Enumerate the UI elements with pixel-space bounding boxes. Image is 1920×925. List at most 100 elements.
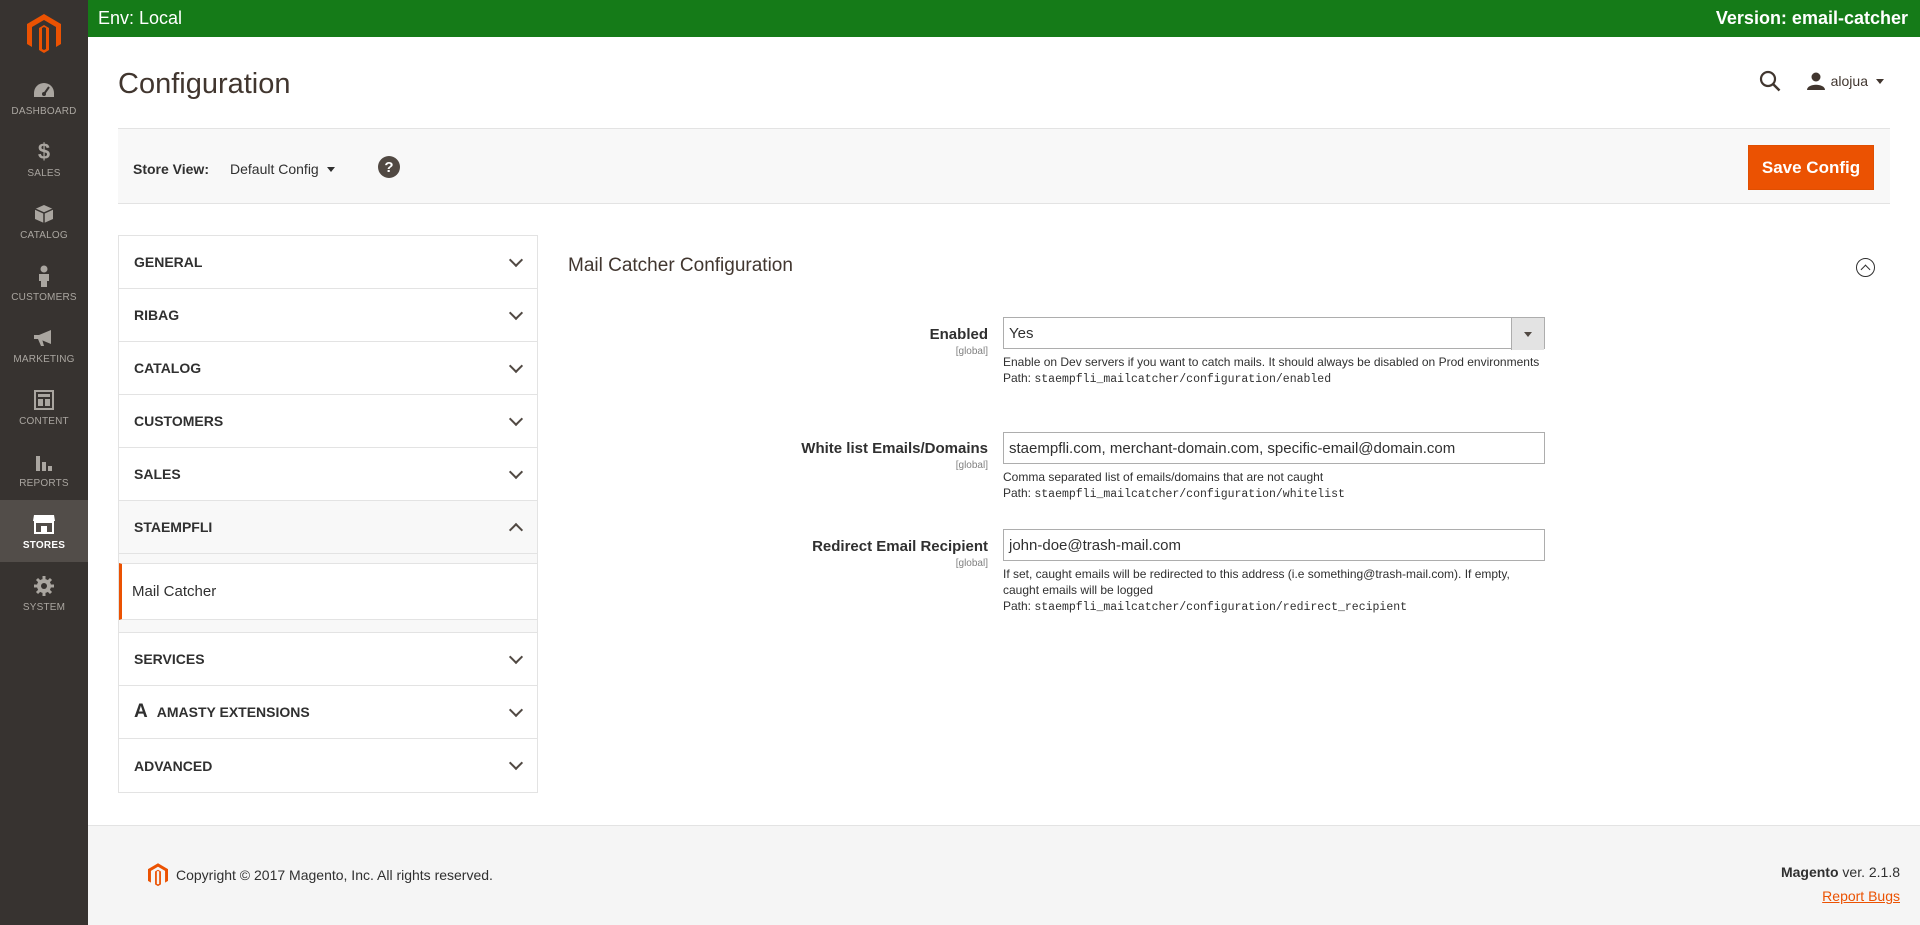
nav-reports[interactable]: Reports xyxy=(0,438,88,500)
report-bugs-link[interactable]: Report Bugs xyxy=(1822,888,1900,904)
tab-label: RIBAG xyxy=(134,307,180,323)
nav-sales[interactable]: $ Sales xyxy=(0,128,88,190)
field-note: Enable on Dev servers if you want to cat… xyxy=(1003,355,1540,369)
chevron-down-icon xyxy=(508,411,524,426)
brand-name: Magento xyxy=(1780,864,1839,880)
nav-label: Catalog xyxy=(20,229,68,241)
save-config-button[interactable]: Save Config xyxy=(1748,145,1874,190)
search-button[interactable] xyxy=(1755,66,1785,96)
amasty-icon: A xyxy=(134,701,148,722)
whitelist-input[interactable]: staempfli.com, merchant-domain.com, spec… xyxy=(1003,432,1545,464)
tab-label: CUSTOMERS xyxy=(134,413,224,429)
search-icon xyxy=(1759,70,1781,92)
chevron-down-icon xyxy=(1511,318,1544,350)
nav-marketing[interactable]: Marketing xyxy=(0,314,88,376)
tab-staempfli[interactable]: STAEMPFLI xyxy=(119,501,537,554)
tab-label: ADVANCED xyxy=(134,757,213,774)
dashboard-icon xyxy=(32,78,56,102)
nav-catalog[interactable]: Catalog xyxy=(0,190,88,252)
field-enabled: Enabled [global] Yes Enable on Dev serve… xyxy=(568,317,1568,404)
section-title[interactable]: Mail Catcher Configuration xyxy=(568,255,793,277)
path-label: Path: xyxy=(1003,599,1035,613)
tab-amasty-extensions[interactable]: A AMASTY EXTENSIONS xyxy=(119,686,537,739)
select-value: Yes xyxy=(1009,324,1034,342)
redirect-recipient-input[interactable]: john-doe@trash-mail.com xyxy=(1003,529,1545,561)
copyright: Copyright © 2017 Magento, Inc. All right… xyxy=(148,863,493,887)
nav-label: Stores xyxy=(22,539,66,551)
field-label: Redirect Email Recipient xyxy=(812,538,988,555)
admin-sidebar: Dashboard $ Sales Catalog Customers Mark… xyxy=(0,0,88,925)
nav-customers[interactable]: Customers xyxy=(0,252,88,314)
path-value: staempfli_mailcatcher/configuration/whit… xyxy=(1034,488,1345,501)
tab-ribag[interactable]: RIBAG xyxy=(119,289,537,342)
header-actions: alojua xyxy=(1755,66,1884,96)
store-view-value: Default Config xyxy=(230,161,319,177)
field-path: Path: staempfli_mailcatcher/configuratio… xyxy=(1003,485,1545,503)
tab-label: STAEMPFLI xyxy=(134,519,213,535)
store-view-label: Store View: xyxy=(133,161,209,177)
field-control: Yes Enable on Dev servers if you want to… xyxy=(1003,317,1545,388)
store-view-switcher[interactable]: Default Config xyxy=(230,161,335,177)
nav-content[interactable]: Content xyxy=(0,376,88,438)
nav-label: Content xyxy=(19,415,69,427)
tab-sales[interactable]: SALES xyxy=(119,448,537,501)
nav-stores[interactable]: Stores xyxy=(0,500,88,562)
path-label: Path: xyxy=(1003,371,1035,385)
field-note: Comma separated list of emails/domains t… xyxy=(1003,470,1324,484)
scope-label: [global] xyxy=(955,460,988,471)
tab-advanced[interactable]: ADVANCED xyxy=(119,739,537,792)
nav-label: Sales xyxy=(27,167,61,179)
tab-general[interactable]: GENERAL xyxy=(119,236,537,289)
copyright-text: Copyright © 2017 Magento, Inc. All right… xyxy=(176,867,493,883)
chevron-down-icon xyxy=(508,702,524,717)
path-label: Path: xyxy=(1003,486,1035,500)
magento-logo-icon xyxy=(27,14,61,53)
chevron-down-icon xyxy=(326,166,335,172)
tab-customers[interactable]: CUSTOMERS xyxy=(119,395,537,448)
env-label: Env: Local xyxy=(98,8,183,28)
chevron-down-icon xyxy=(508,358,524,373)
config-tabs: GENERAL RIBAG CATALOG CUSTOMERS SALES ST… xyxy=(118,235,538,793)
chevron-up-icon xyxy=(508,522,524,537)
magento-logo-icon xyxy=(148,863,168,887)
tab-label: CATALOG xyxy=(134,360,202,376)
field-redirect-recipient: Redirect Email Recipient [global] john-d… xyxy=(568,529,1568,616)
tab-label-wrapper: A AMASTY EXTENSIONS xyxy=(134,701,310,723)
version-label: Version: email-catcher xyxy=(1715,8,1908,28)
page-title: Configuration xyxy=(118,68,291,100)
field-whitelist: White list Emails/Domains [global] staem… xyxy=(568,432,1568,508)
store-icon xyxy=(32,512,56,536)
help-icon[interactable]: ? xyxy=(378,156,400,178)
user-menu-button[interactable]: alojua xyxy=(1806,72,1884,90)
tab-services[interactable]: SERVICES xyxy=(119,633,537,686)
field-note: If set, caught emails will be redirected… xyxy=(1003,567,1510,597)
path-value: staempfli_mailcatcher/configuration/redi… xyxy=(1034,601,1408,614)
nav-system[interactable]: System xyxy=(0,562,88,624)
environment-bar: Env: Local Version: email-catcher xyxy=(88,0,1920,37)
megaphone-icon xyxy=(32,326,56,350)
scope-label: [global] xyxy=(955,346,988,357)
scope-label: [global] xyxy=(955,558,988,569)
nav-label: Dashboard xyxy=(11,105,77,117)
chevron-down-icon xyxy=(508,305,524,320)
field-path: Path: staempfli_mailcatcher/configuratio… xyxy=(1003,370,1545,388)
collapse-icon[interactable] xyxy=(1856,258,1875,277)
tab-label: GENERAL xyxy=(134,254,203,270)
field-control: staempfli.com, merchant-domain.com, spec… xyxy=(1003,432,1545,503)
chevron-down-icon xyxy=(508,649,524,664)
nav-label: Customers xyxy=(11,291,77,303)
username: alojua xyxy=(1830,73,1868,89)
store-view-bar: Store View: Default Config ? Save Config xyxy=(118,128,1890,204)
enabled-select[interactable]: Yes xyxy=(1003,317,1545,350)
tab-catalog[interactable]: CATALOG xyxy=(119,342,537,395)
dollar-icon: $ xyxy=(37,138,51,164)
field-control: john-doe@trash-mail.com If set, caught e… xyxy=(1003,529,1545,616)
tab-label: AMASTY EXTENSIONS xyxy=(156,704,310,720)
magento-logo[interactable] xyxy=(0,0,88,66)
gear-icon xyxy=(32,574,56,598)
layout-icon xyxy=(32,388,56,412)
nav-dashboard[interactable]: Dashboard xyxy=(0,66,88,128)
tab-staempfli-items: Mail Catcher xyxy=(119,554,537,633)
version-text: ver. 2.1.8 xyxy=(1838,864,1900,880)
tab-item-mail-catcher[interactable]: Mail Catcher xyxy=(119,563,537,620)
